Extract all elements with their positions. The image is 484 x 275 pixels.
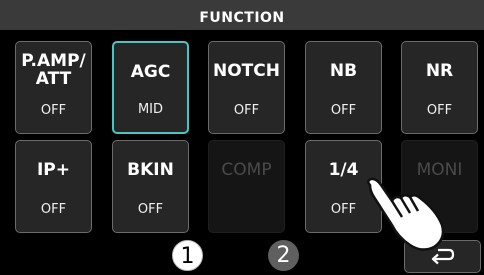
p-amp-att-status: OFF: [40, 103, 67, 118]
agc-button[interactable]: AGC MID: [112, 41, 189, 134]
nb-label: NB: [329, 61, 358, 81]
nr-status: OFF: [426, 103, 453, 118]
comp-button: COMP: [208, 140, 285, 233]
agc-label: AGC: [130, 62, 171, 82]
ip-plus-status: OFF: [40, 202, 67, 217]
bkin-status: OFF: [137, 202, 164, 217]
nr-button[interactable]: NR OFF: [401, 41, 478, 134]
nb-status: OFF: [330, 103, 357, 118]
p-amp-att-label: P.AMP/ ATT: [21, 51, 86, 89]
bkin-label: BKIN: [127, 160, 174, 180]
ip-plus-button[interactable]: IP+ OFF: [15, 140, 92, 233]
nb-button[interactable]: NB OFF: [305, 41, 382, 134]
nr-label: NR: [425, 61, 454, 81]
notch-label: NOTCH: [213, 61, 280, 81]
callout-2: 2: [268, 240, 299, 271]
agc-status: MID: [137, 102, 164, 117]
bkin-button[interactable]: BKIN OFF: [112, 140, 189, 233]
function-title: FUNCTION: [199, 10, 285, 26]
p-amp-att-button[interactable]: P.AMP/ ATT OFF: [15, 41, 92, 134]
ip-plus-label: IP+: [36, 160, 71, 180]
callout-1: 1: [172, 240, 203, 271]
function-header: FUNCTION: [0, 0, 484, 30]
comp-label: COMP: [221, 160, 272, 180]
notch-button[interactable]: NOTCH OFF: [208, 41, 285, 134]
notch-status: OFF: [233, 103, 260, 118]
pointing-hand-icon: [367, 177, 445, 251]
